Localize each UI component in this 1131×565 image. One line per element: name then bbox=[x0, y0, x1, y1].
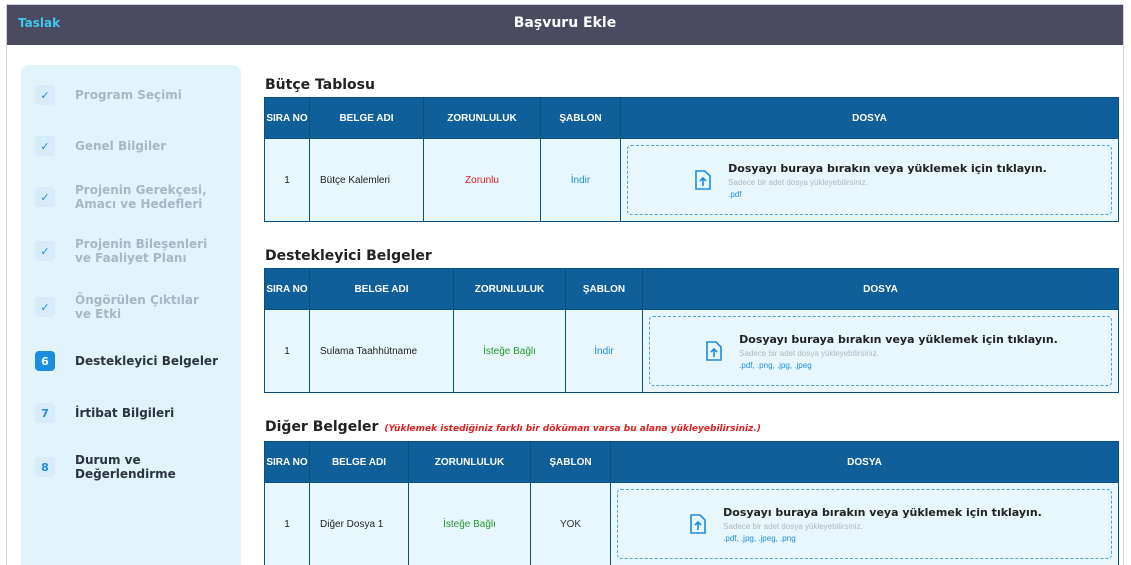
step-destekleyici-belgeler[interactable]: 6 Destekleyici Belgeler bbox=[35, 341, 235, 381]
step-label: Durum ve Değerlendirme bbox=[75, 453, 176, 481]
check-icon: ✓ bbox=[35, 297, 55, 317]
col-belge: BELGE ADI bbox=[309, 268, 454, 310]
row-requirement: Zorunlu bbox=[423, 138, 541, 222]
step-number: 7 bbox=[35, 403, 55, 423]
app-window: Taslak Başvuru Ekle ✓ Program Seçimi ✓ G… bbox=[6, 4, 1124, 565]
allowed-extensions: .pdf bbox=[728, 189, 742, 199]
step-label: Projenin Gerekçesi, Amacı ve Hedefleri bbox=[75, 183, 207, 211]
dropzone-text: Dosyayı buraya bırakın veya yüklemek içi… bbox=[723, 505, 1042, 519]
table-header-row: SIRA NO BELGE ADI ZORUNLULUK ŞABLON DOSY… bbox=[264, 268, 1119, 310]
col-zorunluluk: ZORUNLULUK bbox=[423, 97, 541, 139]
dropzone-hint: Sadece bir adet dosya yükleyebilirsiniz. bbox=[728, 177, 868, 187]
step-projenin-gerekcesi[interactable]: ✓ Projenin Gerekçesi, Amacı ve Hedefleri bbox=[35, 177, 235, 217]
step-label: Genel Bilgiler bbox=[75, 139, 167, 153]
dropzone-text: Dosyayı buraya bırakın veya yüklemek içi… bbox=[739, 332, 1058, 346]
table-header-row: SIRA NO BELGE ADI ZORUNLULUK ŞABLON DOSY… bbox=[264, 441, 1119, 483]
row-file: Dosyayı buraya bırakın veya yüklemek içi… bbox=[620, 138, 1119, 222]
step-label: Destekleyici Belgeler bbox=[75, 354, 218, 368]
step-projenin-bilesenleri[interactable]: ✓ Projenin Bileşenleri ve Faaliyet Planı bbox=[35, 231, 235, 271]
row-no: 1 bbox=[264, 309, 310, 393]
step-genel-bilgiler[interactable]: ✓ Genel Bilgiler bbox=[35, 126, 235, 166]
row-requirement: İsteğe Bağlı bbox=[408, 482, 531, 565]
table-row: 1 Diğer Dosya 1 İsteğe Bağlı YOK Dosyayı… bbox=[264, 482, 1119, 565]
section-title-destekleyici: Destekleyici Belgeler bbox=[265, 248, 432, 264]
steps-sidebar: ✓ Program Seçimi ✓ Genel Bilgiler ✓ Proj… bbox=[21, 65, 241, 565]
col-sira: SIRA NO bbox=[264, 268, 310, 310]
row-no: 1 bbox=[264, 138, 310, 222]
file-dropzone[interactable]: Dosyayı buraya bırakın veya yüklemek içi… bbox=[617, 489, 1112, 559]
check-icon: ✓ bbox=[35, 136, 55, 156]
file-upload-icon bbox=[695, 170, 711, 190]
check-icon: ✓ bbox=[35, 187, 55, 207]
dropzone-hint: Sadece bir adet dosya yükleyebilirsiniz. bbox=[723, 521, 863, 531]
file-dropzone[interactable]: Dosyayı buraya bırakın veya yüklemek içi… bbox=[649, 316, 1112, 386]
col-sira: SIRA NO bbox=[264, 97, 310, 139]
file-upload-icon bbox=[706, 341, 722, 361]
table-header-row: SIRA NO BELGE ADI ZORUNLULUK ŞABLON DOSY… bbox=[264, 97, 1119, 139]
step-ongorulen-ciktilar[interactable]: ✓ Öngörülen Çıktılar ve Etki bbox=[35, 287, 235, 327]
col-sablon: ŞABLON bbox=[565, 268, 643, 310]
row-name: Bütçe Kalemleri bbox=[309, 138, 424, 222]
file-dropzone[interactable]: Dosyayı buraya bırakın veya yüklemek içi… bbox=[627, 145, 1112, 215]
table-butce: SIRA NO BELGE ADI ZORUNLULUK ŞABLON DOSY… bbox=[264, 97, 1119, 222]
table-row: 1 Sulama Taahhütname İsteğe Bağlı İndir … bbox=[264, 309, 1119, 393]
row-template: İndir bbox=[540, 138, 621, 222]
col-zorunluluk: ZORUNLULUK bbox=[453, 268, 566, 310]
row-file: Dosyayı buraya bırakın veya yüklemek içi… bbox=[610, 482, 1119, 565]
row-name: Diğer Dosya 1 bbox=[309, 482, 409, 565]
row-template: İndir bbox=[565, 309, 643, 393]
col-belge: BELGE ADI bbox=[309, 97, 424, 139]
col-zorunluluk: ZORUNLULUK bbox=[408, 441, 531, 483]
section-title-diger: Diğer Belgeler (Yüklemek istediğiniz fark… bbox=[265, 419, 761, 435]
page-title: Başvuru Ekle bbox=[513, 15, 617, 31]
section-title-text: Destekleyici Belgeler bbox=[265, 248, 432, 264]
col-dosya: DOSYA bbox=[620, 97, 1119, 139]
file-upload-icon bbox=[690, 514, 706, 534]
table-row: 1 Bütçe Kalemleri Zorunlu İndir Dosyayı … bbox=[264, 138, 1119, 222]
step-label: Projenin Bileşenleri ve Faaliyet Planı bbox=[75, 237, 208, 265]
col-dosya: DOSYA bbox=[610, 441, 1119, 483]
step-label: İrtibat Bilgileri bbox=[75, 406, 175, 420]
download-link[interactable]: İndir bbox=[594, 346, 613, 357]
step-number: 8 bbox=[35, 457, 55, 477]
row-requirement: İsteğe Bağlı bbox=[453, 309, 566, 393]
check-icon: ✓ bbox=[35, 85, 55, 105]
section-title-butce: Bütçe Tablosu bbox=[265, 77, 375, 93]
allowed-extensions: .pdf, .jpg, .jpeg, .png bbox=[723, 533, 796, 543]
row-file: Dosyayı buraya bırakın veya yüklemek içi… bbox=[642, 309, 1119, 393]
step-durum-degerlendirme[interactable]: 8 Durum ve Değerlendirme bbox=[35, 447, 235, 487]
col-sablon: ŞABLON bbox=[530, 441, 611, 483]
col-sira: SIRA NO bbox=[264, 441, 310, 483]
download-link[interactable]: İndir bbox=[571, 175, 590, 186]
table-diger: SIRA NO BELGE ADI ZORUNLULUK ŞABLON DOSY… bbox=[264, 441, 1119, 565]
section-note: (Yüklemek istediğiniz farklı bir döküman… bbox=[384, 424, 761, 434]
step-number: 6 bbox=[35, 351, 55, 371]
section-title-text: Diğer Belgeler bbox=[265, 419, 379, 435]
step-program-secimi[interactable]: ✓ Program Seçimi bbox=[35, 75, 235, 115]
col-dosya: DOSYA bbox=[642, 268, 1119, 310]
section-title-text: Bütçe Tablosu bbox=[265, 77, 375, 93]
row-template: YOK bbox=[530, 482, 611, 565]
step-label: Program Seçimi bbox=[75, 88, 182, 102]
dropzone-hint: Sadece bir adet dosya yükleyebilirsiniz. bbox=[739, 348, 879, 358]
row-no: 1 bbox=[264, 482, 310, 565]
table-destekleyici: SIRA NO BELGE ADI ZORUNLULUK ŞABLON DOSY… bbox=[264, 268, 1119, 393]
col-sablon: ŞABLON bbox=[540, 97, 621, 139]
step-label: Öngörülen Çıktılar ve Etki bbox=[75, 293, 199, 321]
allowed-extensions: .pdf, .png, .jpg, .jpeg bbox=[739, 360, 812, 370]
step-irtibat-bilgileri[interactable]: 7 İrtibat Bilgileri bbox=[35, 393, 235, 433]
dropzone-text: Dosyayı buraya bırakın veya yüklemek içi… bbox=[728, 161, 1047, 175]
top-bar: Taslak Başvuru Ekle bbox=[7, 5, 1123, 45]
col-belge: BELGE ADI bbox=[309, 441, 409, 483]
row-name: Sulama Taahhütname bbox=[309, 309, 454, 393]
check-icon: ✓ bbox=[35, 241, 55, 261]
